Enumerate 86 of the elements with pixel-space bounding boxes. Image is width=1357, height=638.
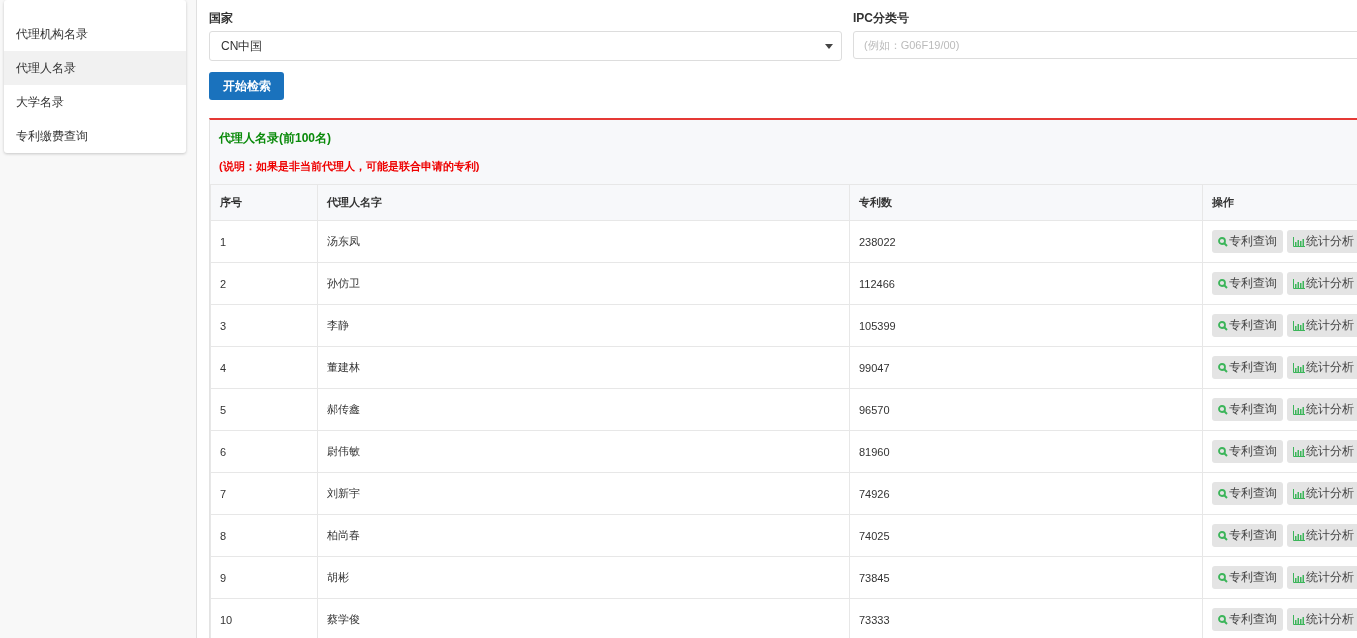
patent-search-button[interactable]: 专利查询 [1212, 482, 1283, 505]
table-cell: 81960 [859, 445, 890, 458]
statistics-button[interactable]: 统计分析 [1287, 314, 1357, 337]
statistics-button[interactable]: 统计分析 [1287, 482, 1357, 505]
ipc-input[interactable]: (例如：G06F19/00) [853, 31, 1357, 59]
table-cell: 尉伟敏 [327, 445, 360, 457]
bar-chart-icon [1293, 404, 1305, 415]
table-cell: 4 [220, 361, 227, 374]
table-cell: 5 [220, 403, 227, 416]
table-cell: 郝传鑫 [327, 403, 360, 415]
table-cell: 112466 [859, 277, 895, 290]
patent-search-button[interactable]: 专利查询 [1212, 566, 1283, 589]
search-icon [1218, 446, 1228, 457]
bar-chart-icon [1293, 530, 1305, 541]
table-cell: 73845 [859, 571, 890, 584]
table-cell: 胡彬 [327, 571, 349, 583]
sidebar-item[interactable]: 大学名录 [4, 85, 186, 119]
patent-search-button[interactable]: 专利查询 [1212, 608, 1283, 631]
statistics-button[interactable]: 统计分析 [1287, 440, 1357, 463]
search-icon [1218, 278, 1228, 289]
table-cell: 73333 [859, 613, 890, 626]
column-header: 代理人名字 [317, 184, 850, 221]
sidebar-item[interactable]: 专利缴费查询 [4, 119, 186, 153]
patent-search-button[interactable]: 专利查询 [1212, 272, 1283, 295]
country-select[interactable]: CN中国 [209, 31, 842, 61]
bar-chart-icon [1293, 236, 1305, 247]
table-cell: 7 [220, 487, 227, 500]
bar-chart-icon [1293, 278, 1305, 289]
search-icon [1218, 236, 1228, 247]
panel-note: (说明：如果是非当前代理人，可能是联合申请的专利) [219, 159, 481, 174]
table-cell: 99047 [859, 361, 890, 374]
table-cell: 105399 [859, 319, 896, 332]
search-icon [1218, 488, 1228, 499]
patent-search-button[interactable]: 专利查询 [1212, 524, 1283, 547]
column-header: 专利数 [849, 184, 1203, 221]
search-icon [1218, 530, 1228, 541]
search-icon [1218, 614, 1228, 625]
statistics-button[interactable]: 统计分析 [1287, 398, 1357, 421]
patent-search-button[interactable]: 专利查询 [1212, 398, 1283, 421]
statistics-button[interactable]: 统计分析 [1287, 356, 1357, 379]
statistics-button[interactable]: 统计分析 [1287, 230, 1357, 253]
patent-search-button[interactable]: 专利查询 [1212, 440, 1283, 463]
table-cell: 李静 [327, 319, 349, 331]
table-cell: 柏尚春 [327, 529, 360, 541]
statistics-button[interactable]: 统计分析 [1287, 566, 1357, 589]
panel-title: 代理人名录(前100名) [219, 130, 332, 147]
statistics-button[interactable]: 统计分析 [1287, 524, 1357, 547]
sidebar-item[interactable]: 代理人名录 [4, 51, 186, 85]
table-cell: 1 [220, 235, 227, 248]
table-cell: 74926 [859, 487, 890, 500]
bar-chart-icon [1293, 320, 1305, 331]
table-cell: 2 [220, 277, 227, 290]
table-cell: 9 [220, 571, 227, 584]
table-cell: 74025 [859, 529, 890, 542]
statistics-button[interactable]: 统计分析 [1287, 608, 1357, 631]
bar-chart-icon [1293, 488, 1305, 499]
patent-search-button[interactable]: 专利查询 [1212, 314, 1283, 337]
search-icon [1218, 362, 1228, 373]
table-cell: 3 [220, 319, 227, 332]
table-cell: 刘新宇 [327, 487, 360, 499]
sidebar-item[interactable]: 代理机构名录 [4, 17, 186, 51]
table-cell: 汤东凤 [327, 235, 360, 247]
patent-search-button[interactable]: 专利查询 [1212, 230, 1283, 253]
field-label: 国家 [209, 10, 234, 27]
column-header: 序号 [210, 184, 318, 221]
field-label: IPC分类号 [853, 10, 910, 27]
column-header: 操作 [1202, 184, 1357, 221]
table-cell: 10 [220, 613, 233, 626]
search-button[interactable]: 开始检索 [209, 72, 284, 100]
table-cell: 董建林 [327, 361, 360, 373]
patent-search-button[interactable]: 专利查询 [1212, 356, 1283, 379]
caret-icon [825, 43, 833, 49]
bar-chart-icon [1293, 614, 1305, 625]
search-icon [1218, 320, 1228, 331]
table-cell: 6 [220, 445, 227, 458]
search-icon [1218, 572, 1228, 583]
search-icon [1218, 404, 1228, 415]
statistics-button[interactable]: 统计分析 [1287, 272, 1357, 295]
table-cell: 96570 [859, 403, 890, 416]
bar-chart-icon [1293, 362, 1305, 373]
table-cell: 孙仿卫 [327, 277, 360, 289]
table-cell: 238022 [859, 235, 896, 248]
table-cell: 8 [220, 529, 227, 542]
table-cell: 蔡学俊 [327, 613, 360, 625]
bar-chart-icon [1293, 572, 1305, 583]
bar-chart-icon [1293, 446, 1305, 457]
